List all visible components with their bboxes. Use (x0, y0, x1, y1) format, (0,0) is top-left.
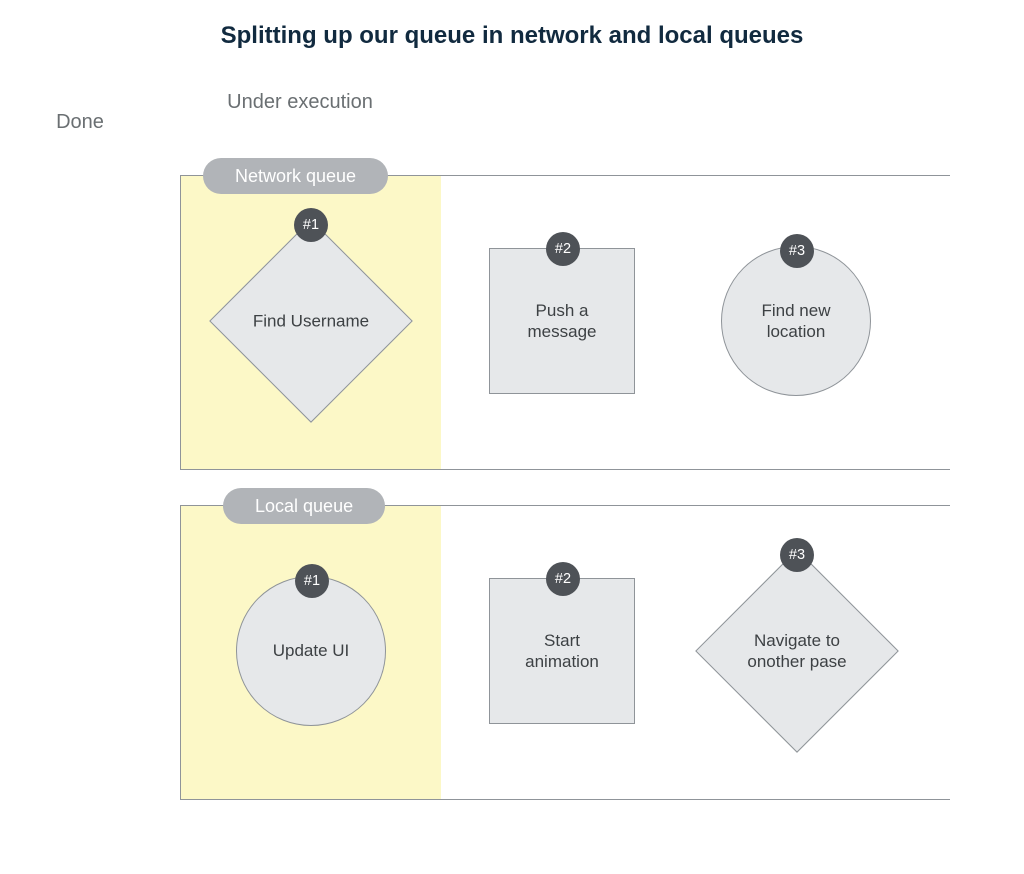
badge-icon: #2 (546, 232, 580, 266)
badge-icon: #2 (546, 562, 580, 596)
diagram-title: Splitting up our queue in network and lo… (0, 22, 1024, 50)
item-label: Find Username (211, 310, 411, 331)
local-item-3: #3 Navigate to onother pase (697, 551, 897, 751)
network-item-2: #2 Push a message (489, 248, 635, 394)
local-item-2: #2 Start animation (489, 578, 635, 724)
local-lane: Local queue #1 Update UI #2 Start animat… (180, 505, 950, 800)
column-label-under: Under execution (190, 90, 410, 115)
network-item-1: #1 Find Username (211, 221, 411, 421)
network-lane: Network queue #1 Find Username #2 Push a… (180, 175, 950, 470)
item-label: Start animation (490, 630, 634, 673)
network-item-3: #3 Find new location (721, 246, 871, 396)
local-queue-pill: Local queue (223, 488, 385, 524)
badge-icon: #3 (780, 538, 814, 572)
item-label: Push a message (490, 300, 634, 343)
network-queue-pill: Network queue (203, 158, 388, 194)
badge-icon: #1 (294, 208, 328, 242)
item-label: Navigate to onother pase (697, 630, 897, 673)
badge-icon: #1 (295, 564, 329, 598)
item-label: Update UI (245, 640, 378, 661)
local-item-1: #1 Update UI (236, 576, 386, 726)
badge-icon: #3 (780, 234, 814, 268)
item-label: Find new location (722, 300, 870, 343)
column-label-done: Done (20, 110, 140, 135)
